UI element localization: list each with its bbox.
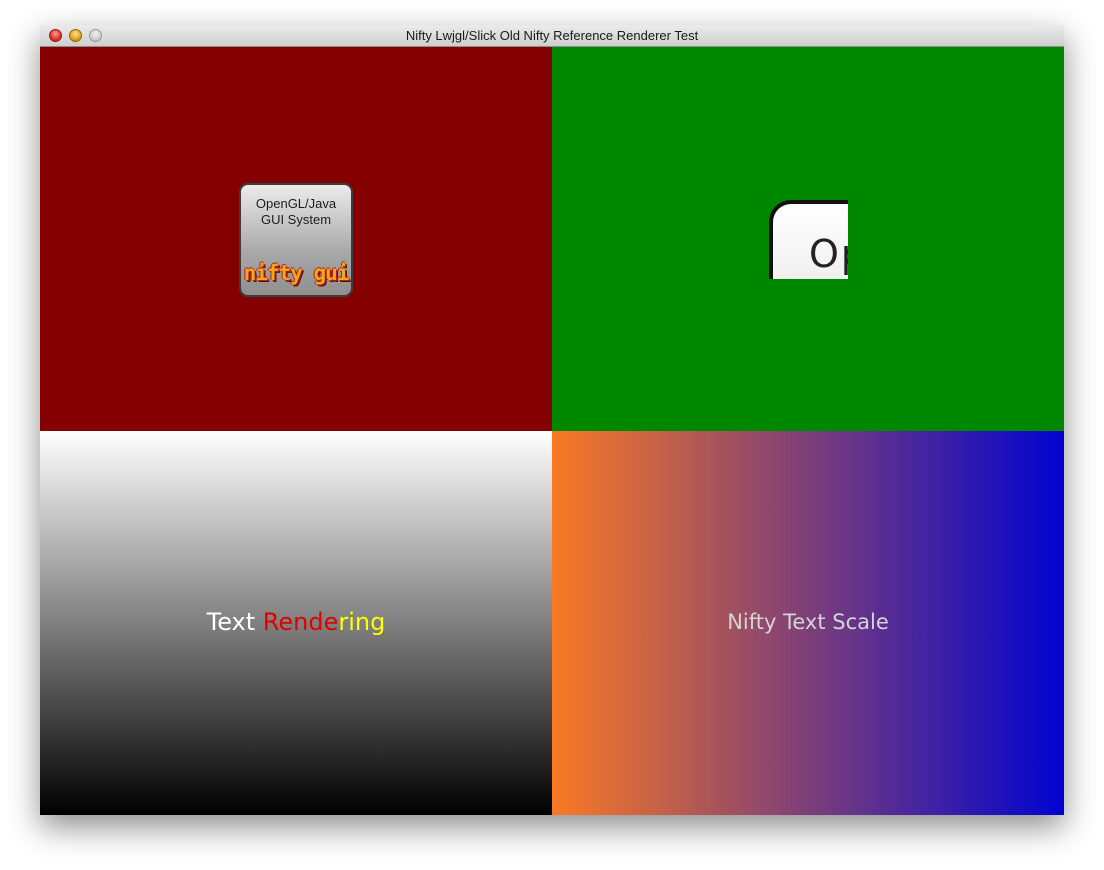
text-rendering-part-1: Text [206,608,263,636]
text-rendering-part-3: ring [338,608,386,636]
quadrant-gray-gradient: Text Rendering [40,431,552,815]
title-bar[interactable]: Nifty Lwjgl/Slick Old Nifty Reference Re… [40,25,1064,47]
logo-line-2: GUI System [260,212,332,227]
zoomed-logo-text: Op [809,232,848,276]
quadrant-red: OpenGL/Java GUI System nifty gui [40,47,552,431]
window-title: Nifty Lwjgl/Slick Old Nifty Reference Re… [405,28,699,43]
text-rendering-label: Text Rendering [40,607,552,637]
render-canvas: OpenGL/Java GUI System nifty gui Op Text… [40,47,1064,815]
logo-brand-text: nifty gui [243,261,350,285]
quadrant-orange-blue-gradient: Nifty Text Scale [552,431,1064,815]
quadrant-green: Op [552,47,1064,431]
application-window: Nifty Lwjgl/Slick Old Nifty Reference Re… [40,25,1064,815]
logo-line-1: OpenGL/Java [255,196,337,211]
text-scale-label: Nifty Text Scale [727,610,889,634]
text-rendering-part-2: Rende [262,608,339,636]
nifty-logo: OpenGL/Java GUI System nifty gui [239,183,353,297]
zoomed-logo-crop: Op [769,200,848,279]
